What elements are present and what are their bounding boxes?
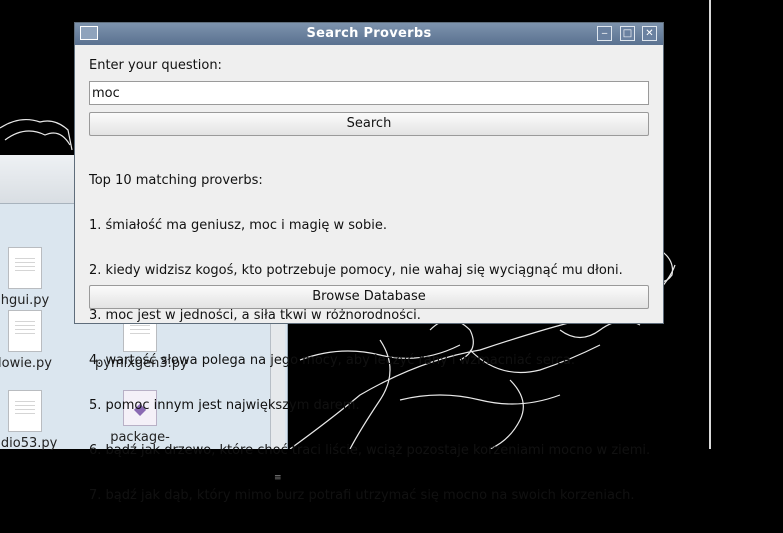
document-icon (8, 390, 42, 432)
result-line: 6. bądź jak drzewo, które choć traci liś… (89, 443, 651, 458)
results-text: Top 10 matching proverbs: 1. śmiałość ma… (89, 143, 659, 533)
file-item[interactable]: lowie.py (0, 310, 70, 371)
title-bar[interactable]: Search Proverbs ‒ □ ✕ (75, 23, 663, 45)
browse-database-button[interactable]: Browse Database (89, 285, 649, 309)
file-label: hgui.py (0, 293, 50, 308)
results-header: Top 10 matching proverbs: (89, 173, 263, 188)
document-icon (8, 247, 42, 289)
result-line: 1. śmiałość ma geniusz, moc i magię w so… (89, 218, 387, 233)
file-label: lowie.py (0, 356, 52, 371)
maximize-button[interactable]: □ (620, 26, 635, 41)
search-button[interactable]: Search (89, 112, 649, 136)
result-line: 7. bądź jak dąb, który mimo burz potrafi… (89, 488, 635, 503)
window-title: Search Proverbs (306, 26, 432, 41)
result-line: 5. pomoc innym jest największym darem. (89, 398, 360, 413)
close-button[interactable]: ✕ (642, 26, 657, 41)
question-label: Enter your question: (89, 58, 222, 73)
question-input[interactable] (89, 81, 649, 105)
document-icon (8, 310, 42, 352)
result-line: 4. wartość słowa polega na jego mocy, ab… (89, 353, 576, 368)
result-line: 2. kiedy widzisz kogoś, kto potrzebuje p… (89, 263, 623, 278)
file-item[interactable]: udio53.py (0, 390, 70, 451)
search-proverbs-dialog: Search Proverbs ‒ □ ✕ Enter your questio… (74, 22, 664, 503)
minimize-button[interactable]: ‒ (597, 26, 612, 41)
divider-line (709, 0, 711, 449)
result-line: 3. moc jest w jedności, a siła tkwi w ró… (89, 308, 421, 323)
file-item[interactable]: hgui.py (0, 247, 70, 308)
